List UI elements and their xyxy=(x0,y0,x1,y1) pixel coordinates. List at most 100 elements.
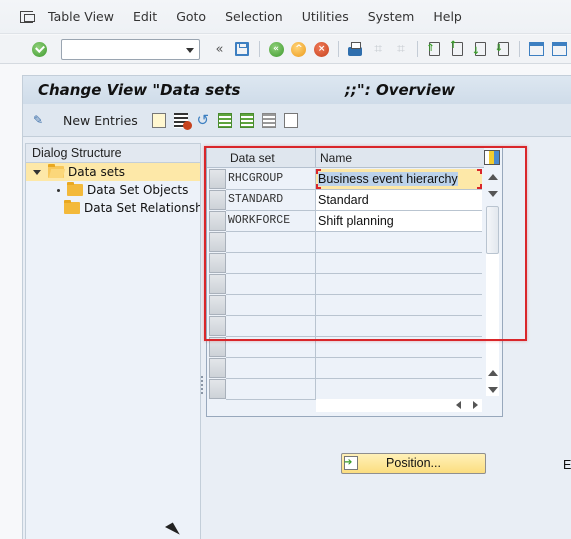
cell-data-set[interactable]: STANDARD xyxy=(226,190,316,211)
menu-edit[interactable]: Edit xyxy=(133,9,157,24)
select-all-rows-corner[interactable] xyxy=(207,148,226,168)
menu-system[interactable]: System xyxy=(368,9,415,24)
collapse-toolbar-icon[interactable]: « xyxy=(211,40,229,58)
back-button[interactable]: « xyxy=(267,40,285,58)
dialog-structure-panel: Dialog Structure Data sets Data Set Obje… xyxy=(25,143,201,539)
cell-data-set[interactable] xyxy=(226,232,316,253)
bullet-icon xyxy=(57,188,60,192)
cell-data-set[interactable] xyxy=(226,358,316,379)
cell-data-set[interactable]: WORKFORCE xyxy=(226,211,316,232)
create-session-button[interactable] xyxy=(528,40,546,58)
tree-item-data-sets[interactable]: Data sets xyxy=(26,163,200,181)
row-selector[interactable] xyxy=(209,358,226,378)
cell-data-set[interactable] xyxy=(226,274,316,295)
row-selector[interactable] xyxy=(209,190,226,210)
folder-icon xyxy=(67,182,83,196)
select-all-icon[interactable] xyxy=(217,112,232,128)
tree-item-label: Data Set Relationships xyxy=(84,201,200,215)
where-used-icon[interactable] xyxy=(283,112,298,128)
cell-name-input[interactable] xyxy=(316,316,482,337)
cell-name-input[interactable] xyxy=(316,295,482,316)
horizontal-scrollbar[interactable] xyxy=(316,399,482,412)
title-bar: Change View "Data sets ;;": Overview xyxy=(22,75,571,104)
row-selector[interactable] xyxy=(209,295,226,315)
column-settings-icon[interactable] xyxy=(484,150,500,165)
previous-page-button[interactable]: ↑ xyxy=(449,40,467,58)
next-page-button[interactable]: ↓ xyxy=(471,40,489,58)
focus-corner xyxy=(316,184,321,189)
scroll-down-icon[interactable] xyxy=(488,191,498,197)
scroll-down-bottom-icon[interactable] xyxy=(488,387,498,393)
row-selector[interactable] xyxy=(209,232,226,252)
display-change-icon[interactable]: ✎ xyxy=(33,113,51,127)
command-input[interactable] xyxy=(61,39,182,59)
last-page-icon: ⇓ xyxy=(495,42,509,56)
command-history-dropdown-icon[interactable] xyxy=(186,47,195,53)
cell-data-set[interactable] xyxy=(226,316,316,337)
cell-data-set[interactable]: RHCGROUP xyxy=(226,169,316,190)
focus-corner xyxy=(477,169,482,174)
cell-data-set[interactable] xyxy=(226,379,316,400)
generate-shortcut-button[interactable] xyxy=(551,40,569,58)
scroll-up-bottom-icon[interactable] xyxy=(488,370,498,376)
exit-button[interactable]: ^ xyxy=(290,40,308,58)
cell-data-set[interactable] xyxy=(226,295,316,316)
cell-name-input[interactable] xyxy=(316,337,482,358)
last-page-button[interactable]: ⇓ xyxy=(494,40,512,58)
cell-name-input[interactable] xyxy=(316,379,482,400)
position-button[interactable]: Position... xyxy=(341,453,486,474)
cell-name-input[interactable] xyxy=(316,358,482,379)
enter-icon[interactable] xyxy=(32,41,47,57)
cancel-button[interactable]: × xyxy=(313,40,331,58)
row-selector[interactable] xyxy=(209,379,226,399)
menu-utilities[interactable]: Utilities xyxy=(302,9,349,24)
print-button[interactable] xyxy=(347,40,365,58)
vertical-scrollbar[interactable] xyxy=(484,169,501,396)
tree-item-label: Data sets xyxy=(68,165,126,179)
find-icon[interactable]: ⌗ xyxy=(369,40,387,58)
cell-data-set[interactable] xyxy=(226,253,316,274)
row-selector[interactable] xyxy=(209,169,226,189)
cell-name-input[interactable] xyxy=(316,253,482,274)
row-selector[interactable] xyxy=(209,253,226,273)
select-block-icon[interactable] xyxy=(239,112,254,128)
selected-text: Business event hierarchy xyxy=(318,172,458,186)
menu-help[interactable]: Help xyxy=(433,9,462,24)
cell-name-input[interactable]: Standard xyxy=(316,190,482,211)
delete-icon[interactable] xyxy=(173,112,192,130)
undo-change-icon[interactable]: ↺ xyxy=(196,112,210,128)
menu-goto[interactable]: Goto xyxy=(176,9,206,24)
row-selector[interactable] xyxy=(209,274,226,294)
new-entries-button[interactable]: New Entries xyxy=(63,113,138,128)
row-selector[interactable] xyxy=(209,316,226,336)
scroll-right-icon[interactable] xyxy=(473,401,478,409)
cell-data-set[interactable] xyxy=(226,337,316,358)
tree-item-data-set-objects[interactable]: Data Set Objects xyxy=(26,181,200,199)
command-field[interactable] xyxy=(60,38,201,60)
column-header-data-set[interactable]: Data set xyxy=(226,148,316,168)
toolbar-separator xyxy=(417,41,419,57)
cell-name-input[interactable] xyxy=(316,232,482,253)
expand-triangle-icon[interactable] xyxy=(33,169,41,175)
row-selector[interactable] xyxy=(209,337,226,357)
copy-as-icon[interactable] xyxy=(148,110,166,128)
tree-item-data-set-relationships[interactable]: Data Set Relationships xyxy=(26,199,200,217)
save-button[interactable] xyxy=(233,40,251,58)
scroll-left-icon[interactable] xyxy=(456,401,461,409)
scroll-up-icon[interactable] xyxy=(488,174,498,180)
first-page-button[interactable]: ⇑ xyxy=(426,40,444,58)
first-page-icon: ⇑ xyxy=(426,42,441,56)
scroll-thumb[interactable] xyxy=(486,206,499,254)
cell-name-input[interactable]: Shift planning xyxy=(316,211,482,232)
next-page-icon: ↓ xyxy=(472,42,486,57)
menu-icon[interactable] xyxy=(20,10,36,24)
row-selector[interactable] xyxy=(209,211,226,231)
cell-name-input[interactable] xyxy=(316,274,482,295)
menu-selection[interactable]: Selection xyxy=(225,9,283,24)
cell-name-input[interactable]: Business event hierarchy xyxy=(316,169,482,190)
deselect-all-icon[interactable] xyxy=(261,112,276,128)
menu-table-view[interactable]: Table View xyxy=(48,9,114,24)
column-header-name[interactable]: Name xyxy=(316,148,484,168)
find-next-icon[interactable]: ⌗ xyxy=(392,40,410,58)
panel-splitter-handle[interactable] xyxy=(201,376,204,394)
